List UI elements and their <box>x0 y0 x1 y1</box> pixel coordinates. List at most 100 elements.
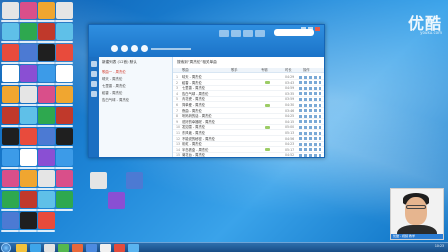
next-icon[interactable] <box>131 45 138 52</box>
desktop-shortcut-icon[interactable] <box>56 23 73 40</box>
desktop-shortcut-icon[interactable] <box>38 170 55 187</box>
song-actions-icon[interactable] <box>299 148 321 152</box>
close-button[interactable] <box>315 27 320 31</box>
desktop-shortcut-icon[interactable] <box>20 107 37 124</box>
desktop-shortcut-icon[interactable] <box>2 149 19 166</box>
tab-radio[interactable] <box>231 30 241 37</box>
desktop-shortcut-icon[interactable] <box>56 149 73 166</box>
play-icon[interactable] <box>121 45 128 52</box>
taskbar-app-icon[interactable] <box>16 244 27 252</box>
col-song[interactable]: 歌曲 <box>182 68 189 73</box>
song-actions-icon[interactable] <box>299 153 321 157</box>
desktop-shortcut-icon[interactable] <box>38 23 55 40</box>
volume-icon[interactable] <box>141 45 148 52</box>
taskbar-app-icon[interactable] <box>128 244 139 252</box>
tab-music[interactable] <box>219 30 229 37</box>
col-duration[interactable]: 时长 <box>285 68 292 73</box>
desktop-shortcut-icon[interactable] <box>2 170 19 187</box>
desktop-shortcut-icon[interactable] <box>90 172 107 189</box>
desktop-shortcut-icon[interactable] <box>2 44 19 61</box>
desktop-shortcut-icon[interactable] <box>20 191 37 208</box>
desktop-shortcut-icon[interactable] <box>38 128 55 145</box>
prev-icon[interactable] <box>111 45 118 52</box>
desktop-shortcut-icon[interactable] <box>108 192 125 209</box>
col-ops[interactable]: 操作 <box>303 68 310 73</box>
desktop-shortcut-icon[interactable] <box>38 65 55 82</box>
desktop-shortcut-icon[interactable] <box>38 86 55 103</box>
song-actions-icon[interactable] <box>299 86 321 90</box>
desktop-shortcut-icon[interactable] <box>20 128 37 145</box>
desktop-shortcut-icon[interactable] <box>20 212 37 229</box>
song-actions-icon[interactable] <box>299 109 321 113</box>
taskbar-app-icon[interactable] <box>72 244 83 252</box>
taskbar-app-icon[interactable] <box>114 244 125 252</box>
desktop-shortcut-icon[interactable] <box>38 44 55 61</box>
desktop-shortcut-icon[interactable] <box>20 44 37 61</box>
desktop-shortcut-icon[interactable] <box>56 107 73 124</box>
song-actions-icon[interactable] <box>299 137 321 141</box>
music-icon[interactable] <box>91 61 97 67</box>
taskbar-app-icon[interactable] <box>30 244 41 252</box>
tab-mv[interactable] <box>243 30 253 37</box>
desktop-shortcut-icon[interactable] <box>38 2 55 19</box>
song-actions-icon[interactable] <box>299 131 321 135</box>
taskbar-app-icon[interactable] <box>100 244 111 252</box>
song-actions-icon[interactable] <box>299 125 321 129</box>
col-album[interactable]: 专辑 <box>261 68 268 73</box>
desktop-shortcut-icon[interactable] <box>20 149 37 166</box>
desktop-shortcut-icon[interactable] <box>20 23 37 40</box>
desktop-shortcut-icon[interactable] <box>20 2 37 19</box>
taskbar-app-icon[interactable] <box>58 244 69 252</box>
desktop-shortcut-icon[interactable] <box>2 2 19 19</box>
song-actions-icon[interactable] <box>299 103 321 107</box>
song-actions-icon[interactable] <box>299 142 321 146</box>
desktop-shortcut-icon[interactable] <box>2 107 19 124</box>
clock[interactable]: 10:23 <box>435 244 444 248</box>
desktop-shortcut-icon[interactable] <box>56 86 73 103</box>
desktop-shortcut-icon[interactable] <box>56 170 73 187</box>
col-singer[interactable]: 歌手 <box>231 68 238 73</box>
download-icon[interactable] <box>91 81 97 87</box>
desktop-shortcut-icon[interactable] <box>20 86 37 103</box>
heart-icon[interactable] <box>91 71 97 77</box>
taskbar-app-icon[interactable] <box>86 244 97 252</box>
desktop-shortcut-icon[interactable] <box>126 172 143 189</box>
song-name[interactable]: 菊花台 - 周杰伦 <box>182 152 262 157</box>
desktop-shortcut-icon[interactable] <box>38 107 55 124</box>
playlist-row[interactable]: 告白气球 - 周杰伦 <box>102 97 170 103</box>
taskbar-app-icon[interactable] <box>44 244 55 252</box>
desktop-shortcut-icon[interactable] <box>2 212 19 229</box>
song-actions-icon[interactable] <box>299 120 321 124</box>
desktop-shortcut-icon[interactable] <box>20 170 37 187</box>
playlist-row[interactable]: 晴天 - 周杰伦 <box>102 76 170 82</box>
song-actions-icon[interactable] <box>299 81 321 85</box>
desktop-shortcut-icon[interactable] <box>2 128 19 145</box>
song-actions-icon[interactable] <box>299 92 321 96</box>
desktop-shortcut-icon[interactable] <box>2 86 19 103</box>
playlist-row[interactable]: 歌曲一 - 周杰伦 <box>102 69 170 75</box>
playlist-row[interactable]: 七里香 - 周杰伦 <box>102 83 170 89</box>
song-actions-icon[interactable] <box>299 97 321 101</box>
start-button[interactable] <box>1 243 11 252</box>
desktop-shortcut-icon[interactable] <box>56 128 73 145</box>
desktop-shortcut-icon[interactable] <box>56 2 73 19</box>
desktop-shortcut-icon[interactable] <box>20 65 37 82</box>
progress-bar[interactable] <box>151 48 191 50</box>
desktop-shortcut-icon[interactable] <box>2 23 19 40</box>
desktop-shortcut-icon[interactable] <box>56 44 73 61</box>
desktop-shortcut-icon[interactable] <box>56 65 73 82</box>
cloud-icon[interactable] <box>91 91 97 97</box>
desktop-shortcut-icon[interactable] <box>2 191 19 208</box>
search-input[interactable] <box>274 29 314 36</box>
tab-live[interactable] <box>255 30 265 37</box>
song-row[interactable]: 15 菊花台 - 周杰伦 04:52 <box>173 152 324 157</box>
music-player-window[interactable]: 新建列表 (12首) 默认 歌曲一 - 周杰伦 晴天 - 周杰伦 七里香 - 周杰伦… <box>88 24 325 158</box>
desktop-shortcut-icon[interactable] <box>56 191 73 208</box>
desktop-shortcut-icon[interactable] <box>38 212 55 229</box>
song-actions-icon[interactable] <box>299 75 321 79</box>
song-actions-icon[interactable] <box>299 114 321 118</box>
desktop-shortcut-icon[interactable] <box>2 65 19 82</box>
desktop-shortcut-icon[interactable] <box>38 191 55 208</box>
playlist-row[interactable]: 稻香 - 周杰伦 <box>102 90 170 96</box>
desktop-shortcut-icon[interactable] <box>38 149 55 166</box>
